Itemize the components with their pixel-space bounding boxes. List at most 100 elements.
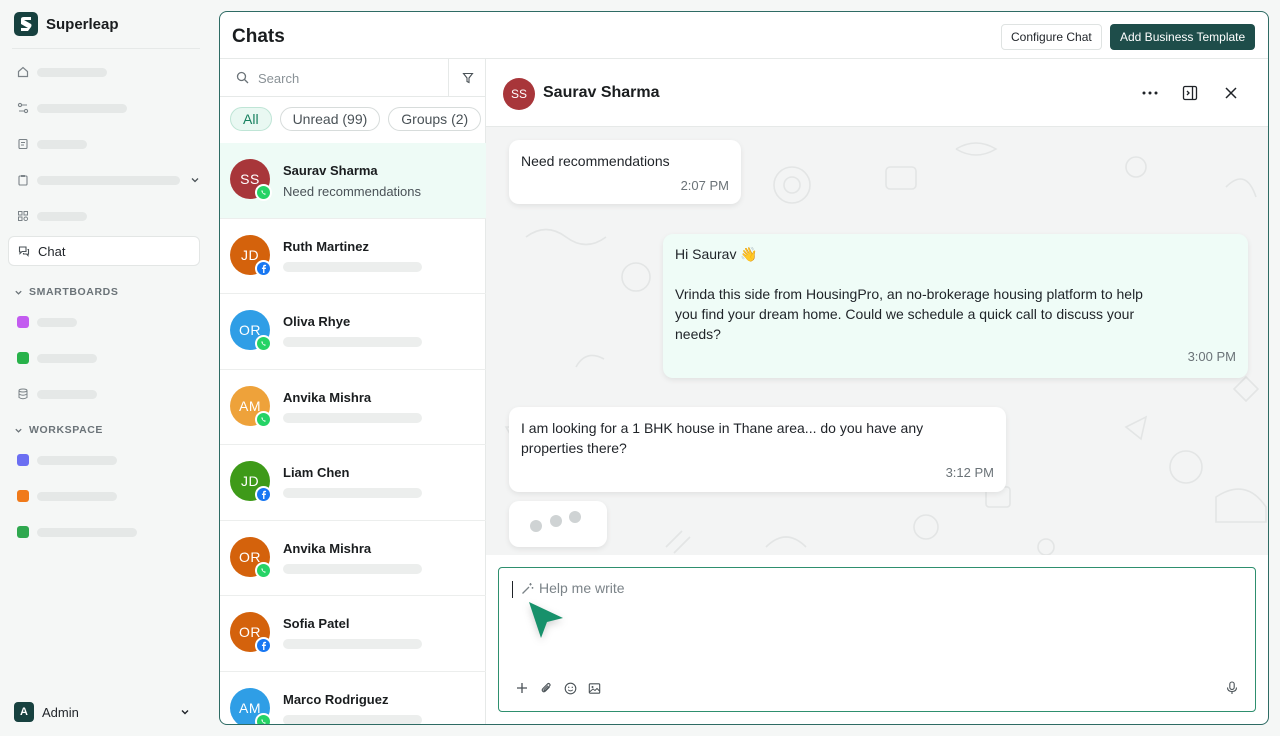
contact-name: Marco Rodriguez [283,691,389,707]
configure-chat-button[interactable]: Configure Chat [1001,24,1102,50]
contact-name: Anvika Mishra [283,389,372,405]
filter-all[interactable]: All [230,107,272,131]
search-bar [220,59,486,97]
image-icon[interactable] [586,680,602,696]
chat-list-item[interactable]: OR Oliva Rhye [220,294,486,370]
sidebar-item-chat[interactable]: Chat [8,236,200,266]
message-text-line: I am looking for a 1 BHK house in Thane … [521,420,924,436]
message-composer[interactable]: Help me write [498,567,1256,712]
search-icon [236,71,249,87]
facebook-icon [255,486,272,503]
add-business-template-button[interactable]: Add Business Template [1110,24,1256,50]
filter-pills: All Unread (99) Groups (2) [230,107,482,131]
whatsapp-icon [255,712,272,724]
contact-name: Ruth Martinez [283,238,369,254]
chat-list-item[interactable]: OR Anvika Mishra [220,521,486,596]
preview-placeholder [283,337,422,347]
typing-dot [550,515,562,527]
add-icon[interactable] [514,680,530,696]
contact-name: Oliva Rhye [283,314,351,329]
sidebar-item-label: Chat [38,243,66,259]
whatsapp-icon [255,410,272,428]
section-title: WORKSPACE [29,424,104,436]
nav-placeholder [37,139,87,149]
close-icon[interactable] [1221,83,1241,103]
section-title: SMARTBOARDS [29,286,119,298]
document-icon [17,138,29,150]
chat-list-item[interactable]: JD Ruth Martinez [220,219,486,294]
brand[interactable]: Superleap [14,12,119,36]
emoji-icon[interactable] [562,680,578,696]
brand-name: Superleap [46,15,119,33]
chat-list-item[interactable]: AM Marco Rodriguez [220,672,486,724]
composer-placeholder: Help me write [539,580,625,596]
typing-indicator [509,501,607,547]
page-title: Chats [232,26,285,47]
nav-placeholder [37,491,117,501]
magic-wand-icon [521,582,534,595]
workspace-icon [17,490,29,502]
nav-placeholder [37,353,97,363]
chat-icon [18,245,30,257]
nav-placeholder [37,67,107,77]
message-time: 3:12 PM [945,465,994,480]
sidebar-item-workspace[interactable] [8,517,200,547]
sidebar-item-workspace[interactable] [8,481,200,511]
chat-list-item[interactable]: JD Liam Chen [220,445,486,521]
avatar[interactable]: SS [503,78,535,110]
sidebar-item-workspace[interactable] [8,445,200,475]
filter-groups[interactable]: Groups (2) [388,107,482,131]
microphone-icon[interactable] [1224,680,1240,696]
message-thread: Need recommendations 2:07 PM Hi Saurav 👋… [486,127,1268,555]
chats-panel: Chats Configure Chat Add Business Templa… [219,11,1269,725]
message-greeting: Hi Saurav 👋 [675,246,758,262]
chat-list-item[interactable]: AM Anvika Mishra [220,370,486,445]
sidebar-item-apps[interactable] [8,201,200,231]
filter-unread[interactable]: Unread (99) [279,107,381,131]
section-workspace[interactable]: WORKSPACE [14,424,103,436]
attachment-icon[interactable] [538,680,554,696]
sidebar-item-smartboard[interactable] [8,343,200,373]
sidebar-item-home[interactable] [8,57,200,87]
smartboard-icon [17,316,29,328]
sidebar-item-smartboard[interactable] [8,379,200,409]
contact-name[interactable]: Saurav Sharma [543,84,660,102]
contact-name: Anvika Mishra [283,540,372,556]
admin-avatar: A [14,702,34,722]
superleap-logo-icon [14,12,38,36]
flow-icon [17,102,29,114]
help-me-write-button[interactable]: Help me write [521,580,625,596]
more-options-icon[interactable] [1140,83,1160,103]
nav-placeholder [37,211,87,221]
nav-placeholder [37,103,127,113]
section-smartboards[interactable]: SMARTBOARDS [14,286,118,298]
search-input[interactable] [258,69,438,87]
chat-list-item[interactable]: OR Sofia Patel [220,596,486,672]
chevron-down-icon[interactable] [190,175,200,185]
sidebar-divider [12,48,200,49]
typing-dot [530,520,542,532]
chevron-down-icon [180,707,190,717]
nav-placeholder [37,455,117,465]
preview-placeholder [283,261,422,272]
sidebar-item-flows[interactable] [8,93,200,123]
preview-placeholder [283,488,422,498]
page-header: Chats Configure Chat Add Business Templa… [220,12,1268,59]
preview-placeholder [283,714,422,724]
chat-list-item[interactable]: SS Saurav Sharma Need recommendations [220,143,486,219]
sidebar-item-tasks[interactable] [8,165,200,195]
filter-button[interactable] [448,59,486,97]
message-preview: Need recommendations [283,184,422,199]
admin-account[interactable]: A Admin [14,702,190,722]
sidebar-item-smartboard[interactable] [8,307,200,337]
whatsapp-icon [255,335,272,352]
clipboard-icon [17,174,29,186]
home-icon [17,66,29,78]
sidebar-item-docs[interactable] [8,129,200,159]
grid-icon [17,210,29,222]
outgoing-message: Hi Saurav 👋 Vrinda this side from Housin… [663,234,1248,378]
nav-placeholder [37,389,97,399]
side-panel-icon[interactable] [1180,83,1200,103]
message-time: 2:07 PM [680,178,729,193]
message-text-line: Vrinda this side from HousingPro, an no-… [675,286,1143,302]
